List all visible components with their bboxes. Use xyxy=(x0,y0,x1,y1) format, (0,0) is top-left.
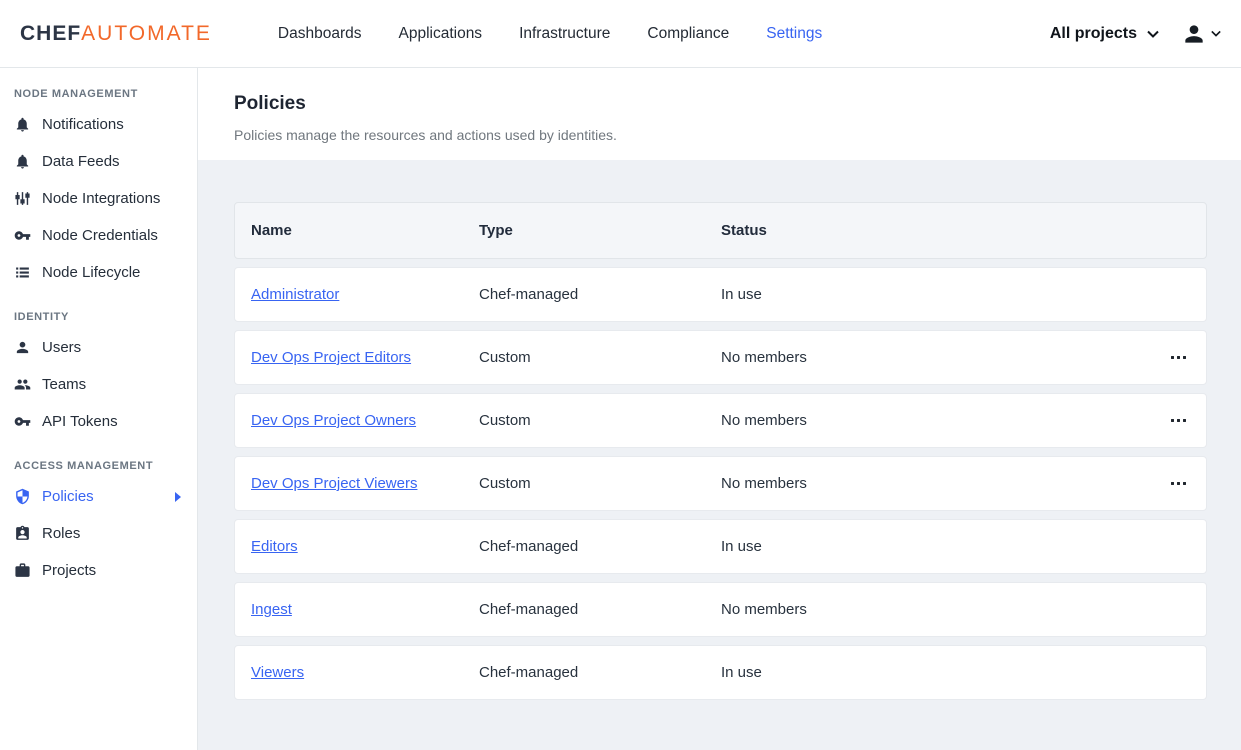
table-row: Viewers Chef-managed In use xyxy=(234,645,1207,700)
policy-link[interactable]: Administrator xyxy=(251,286,339,303)
sidebar-item-data-feeds[interactable]: Data Feeds xyxy=(0,143,197,180)
policy-type: Custom xyxy=(479,475,721,492)
sidebar-section-node-management: NODE MANAGEMENT xyxy=(0,68,197,106)
policy-link[interactable]: Dev Ops Project Editors xyxy=(251,349,411,366)
logo-automate: AUTOMATE xyxy=(81,22,212,45)
sidebar-item-node-integrations[interactable]: Node Integrations xyxy=(0,180,197,217)
ellipsis-menu-button[interactable] xyxy=(1164,475,1186,493)
group-icon xyxy=(14,376,31,393)
shield-icon xyxy=(14,488,31,505)
table-row: Dev Ops Project Viewers Custom No member… xyxy=(234,456,1207,511)
bell-icon xyxy=(14,116,31,133)
settings-sidebar: NODE MANAGEMENT Notifications Data Feeds… xyxy=(0,68,198,750)
ellipsis-menu-button[interactable] xyxy=(1164,349,1186,367)
sidebar-item-label: Node Credentials xyxy=(42,227,158,244)
sidebar-item-label: Teams xyxy=(42,376,86,393)
sidebar-section-access-management: ACCESS MANAGEMENT xyxy=(0,440,197,478)
badge-icon xyxy=(14,525,31,542)
chef-automate-logo[interactable]: CHEFAUTOMATE xyxy=(20,22,212,46)
page-header: Policies Policies manage the resources a… xyxy=(198,68,1241,160)
sliders-icon xyxy=(14,190,31,207)
ellipsis-menu-button[interactable] xyxy=(1164,412,1186,430)
projects-filter-value: All projects xyxy=(1050,25,1137,43)
sidebar-item-roles[interactable]: Roles xyxy=(0,515,197,552)
sidebar-item-users[interactable]: Users xyxy=(0,329,197,366)
policy-type: Chef-managed xyxy=(479,601,721,618)
policy-link[interactable]: Dev Ops Project Viewers xyxy=(251,475,417,492)
projects-filter-dropdown[interactable]: All projects xyxy=(1050,25,1159,43)
sidebar-item-teams[interactable]: Teams xyxy=(0,366,197,403)
page-subtitle: Policies manage the resources and action… xyxy=(234,127,1205,143)
nav-infrastructure[interactable]: Infrastructure xyxy=(519,25,610,43)
sidebar-item-label: Notifications xyxy=(42,116,124,133)
key-icon xyxy=(14,227,31,244)
table-row: Ingest Chef-managed No members xyxy=(234,582,1207,637)
nav-compliance[interactable]: Compliance xyxy=(647,25,729,43)
policy-type: Custom xyxy=(479,412,721,429)
policy-status: In use xyxy=(721,286,1142,303)
policy-status: No members xyxy=(721,412,1142,429)
sidebar-item-label: Users xyxy=(42,339,81,356)
column-header-name: Name xyxy=(235,222,479,239)
ellipsis-icon xyxy=(1183,482,1186,485)
logo-chef: CHEF xyxy=(20,22,81,45)
policy-status: In use xyxy=(721,538,1142,555)
policy-type: Custom xyxy=(479,349,721,366)
chevron-down-icon xyxy=(1147,30,1159,38)
main-content: Policies Policies manage the resources a… xyxy=(198,68,1241,750)
nav-settings[interactable]: Settings xyxy=(766,25,822,43)
table-row: Editors Chef-managed In use xyxy=(234,519,1207,574)
sidebar-item-label: Node Integrations xyxy=(42,190,160,207)
table-row: Administrator Chef-managed In use xyxy=(234,267,1207,322)
policy-link[interactable]: Viewers xyxy=(251,664,304,681)
policies-content: Name Type Status Administrator Chef-mana… xyxy=(198,160,1241,750)
top-navigation: Dashboards Applications Infrastructure C… xyxy=(278,25,822,43)
policy-type: Chef-managed xyxy=(479,286,721,303)
header-right: All projects xyxy=(1050,21,1221,47)
person-icon xyxy=(14,339,31,356)
sidebar-section-identity: IDENTITY xyxy=(0,291,197,329)
column-header-status: Status xyxy=(721,222,1142,239)
list-icon xyxy=(14,264,31,281)
policy-status: No members xyxy=(721,475,1142,492)
ellipsis-icon xyxy=(1183,419,1186,422)
policy-status: In use xyxy=(721,664,1142,681)
page-title: Policies xyxy=(234,93,1205,115)
table-row: Dev Ops Project Editors Custom No member… xyxy=(234,330,1207,385)
column-header-type: Type xyxy=(479,222,721,239)
sidebar-item-notifications[interactable]: Notifications xyxy=(0,106,197,143)
policy-link[interactable]: Dev Ops Project Owners xyxy=(251,412,416,429)
policy-status: No members xyxy=(721,349,1142,366)
sidebar-item-policies[interactable]: Policies xyxy=(0,478,197,515)
top-header: CHEFAUTOMATE Dashboards Applications Inf… xyxy=(0,0,1241,68)
sidebar-item-node-lifecycle[interactable]: Node Lifecycle xyxy=(0,254,197,291)
sidebar-item-label: Projects xyxy=(42,562,96,579)
sidebar-item-label: Data Feeds xyxy=(42,153,120,170)
chevron-down-icon xyxy=(1211,30,1221,37)
policy-link[interactable]: Ingest xyxy=(251,601,292,618)
person-icon xyxy=(1181,21,1207,47)
policy-link[interactable]: Editors xyxy=(251,538,298,555)
nav-applications[interactable]: Applications xyxy=(398,25,482,43)
sidebar-item-label: Roles xyxy=(42,525,80,542)
sidebar-item-label: API Tokens xyxy=(42,413,118,430)
bell-icon xyxy=(14,153,31,170)
sidebar-item-label: Policies xyxy=(42,488,94,505)
policies-table: Name Type Status Administrator Chef-mana… xyxy=(234,202,1207,700)
briefcase-icon xyxy=(14,562,31,579)
table-header-row: Name Type Status xyxy=(234,202,1207,259)
policy-type: Chef-managed xyxy=(479,664,721,681)
sidebar-item-node-credentials[interactable]: Node Credentials xyxy=(0,217,197,254)
user-menu[interactable] xyxy=(1181,21,1221,47)
key-icon xyxy=(14,413,31,430)
arrow-right-icon xyxy=(175,492,181,502)
sidebar-item-api-tokens[interactable]: API Tokens xyxy=(0,403,197,440)
sidebar-item-label: Node Lifecycle xyxy=(42,264,140,281)
sidebar-item-projects[interactable]: Projects xyxy=(0,552,197,589)
nav-dashboards[interactable]: Dashboards xyxy=(278,25,362,43)
ellipsis-icon xyxy=(1183,356,1186,359)
policy-type: Chef-managed xyxy=(479,538,721,555)
table-row: Dev Ops Project Owners Custom No members xyxy=(234,393,1207,448)
policy-status: No members xyxy=(721,601,1142,618)
